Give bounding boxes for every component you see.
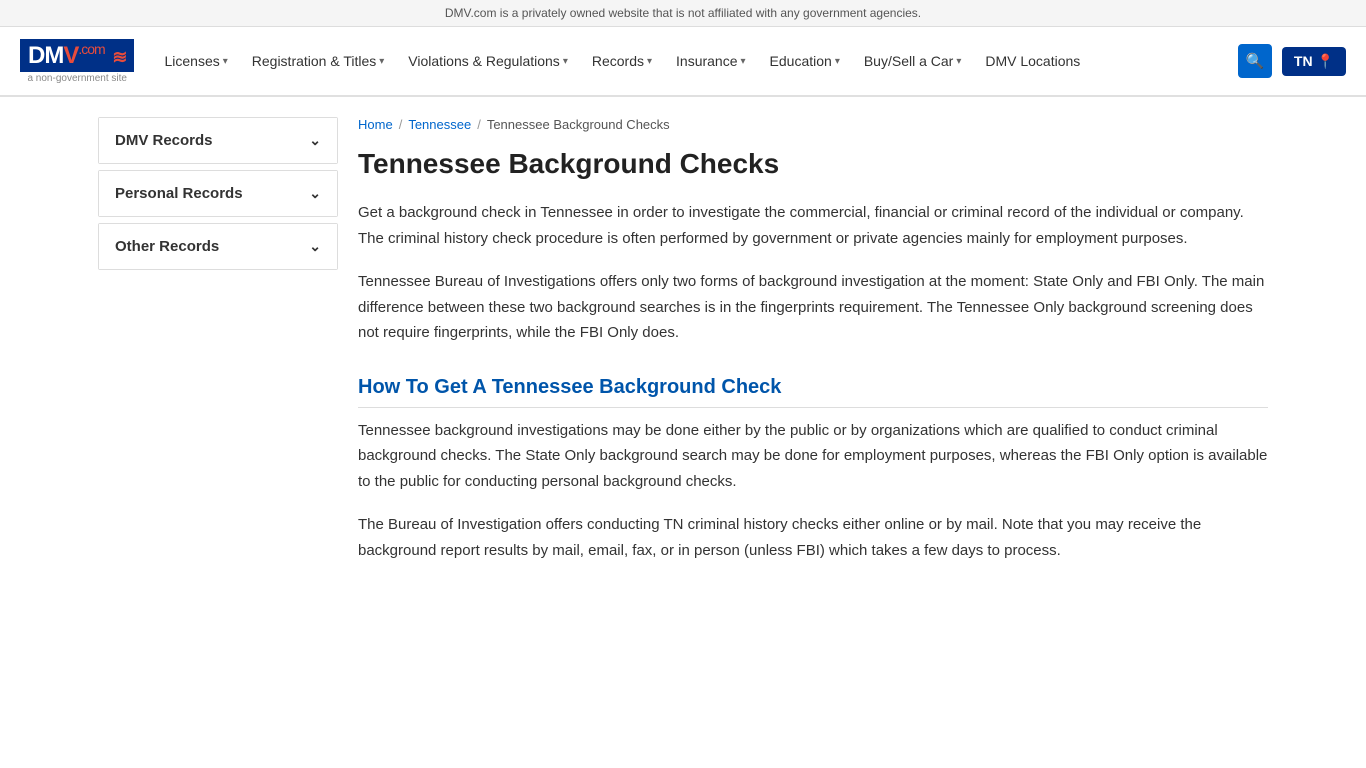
logo-dmv: DMV.com ≋ [28, 41, 126, 70]
search-button[interactable]: 🔍 [1238, 44, 1272, 78]
state-selector-button[interactable]: TN 📍 [1282, 47, 1346, 76]
chevron-down-icon: ▾ [956, 56, 961, 67]
chevron-down-icon: ▾ [835, 56, 840, 67]
chevron-down-icon: ⌄ [309, 132, 321, 149]
sidebar-dmv-records-header[interactable]: DMV Records ⌄ [99, 118, 337, 163]
nav-insurance[interactable]: Insurance ▾ [666, 45, 756, 77]
section-heading: How To Get A Tennessee Background Check [358, 376, 1268, 408]
header: DMV.com ≋ a non-government site Licenses… [0, 27, 1366, 97]
logo-area: DMV.com ≋ a non-government site [20, 39, 134, 84]
sidebar-personal-records-label: Personal Records [115, 185, 243, 202]
sidebar-other-records-label: Other Records [115, 238, 219, 255]
sidebar: DMV Records ⌄ Personal Records ⌄ Other R… [98, 117, 338, 581]
section-paragraph-2: The Bureau of Investigation offers condu… [358, 512, 1268, 563]
chevron-down-icon: ▾ [379, 56, 384, 67]
page-title: Tennessee Background Checks [358, 148, 1268, 180]
nav-registration[interactable]: Registration & Titles ▾ [242, 45, 395, 77]
logo-subtitle: a non-government site [27, 73, 127, 84]
sidebar-item-other-records: Other Records ⌄ [98, 223, 338, 270]
header-right: 🔍 TN 📍 [1238, 44, 1346, 78]
nav-education[interactable]: Education ▾ [760, 45, 850, 77]
nav-dmv-locations[interactable]: DMV Locations [975, 45, 1090, 77]
main-nav: Licenses ▾ Registration & Titles ▾ Viola… [154, 45, 1237, 77]
sidebar-dmv-records-label: DMV Records [115, 132, 213, 149]
sidebar-item-personal-records: Personal Records ⌄ [98, 170, 338, 217]
sidebar-personal-records-header[interactable]: Personal Records ⌄ [99, 171, 337, 216]
main-layout: DMV Records ⌄ Personal Records ⌄ Other R… [83, 97, 1283, 601]
chevron-down-icon: ▾ [647, 56, 652, 67]
intro-paragraph-2: Tennessee Bureau of Investigations offer… [358, 269, 1268, 346]
chevron-down-icon: ⌄ [309, 185, 321, 202]
breadcrumb-sep-2: / [477, 117, 481, 132]
sidebar-other-records-header[interactable]: Other Records ⌄ [99, 224, 337, 269]
chevron-down-icon: ▾ [741, 56, 746, 67]
main-content: Home / Tennessee / Tennessee Background … [358, 117, 1268, 581]
breadcrumb-home[interactable]: Home [358, 117, 393, 132]
intro-paragraph-1: Get a background check in Tennessee in o… [358, 200, 1268, 251]
breadcrumb-sep-1: / [399, 117, 403, 132]
nav-records[interactable]: Records ▾ [582, 45, 662, 77]
chevron-down-icon: ⌄ [309, 238, 321, 255]
logo[interactable]: DMV.com ≋ [20, 39, 134, 72]
top-banner: DMV.com is a privately owned website tha… [0, 0, 1366, 27]
state-label: TN [1294, 53, 1313, 69]
search-icon: 🔍 [1246, 52, 1265, 70]
chevron-down-icon: ▾ [563, 56, 568, 67]
nav-buysell[interactable]: Buy/Sell a Car ▾ [854, 45, 972, 77]
section-paragraph-1: Tennessee background investigations may … [358, 418, 1268, 495]
location-icon: 📍 [1317, 53, 1334, 70]
sidebar-item-dmv-records: DMV Records ⌄ [98, 117, 338, 164]
nav-violations[interactable]: Violations & Regulations ▾ [398, 45, 578, 77]
chevron-down-icon: ▾ [223, 56, 228, 67]
banner-text: DMV.com is a privately owned website tha… [445, 6, 921, 20]
breadcrumb: Home / Tennessee / Tennessee Background … [358, 117, 1268, 132]
breadcrumb-state[interactable]: Tennessee [408, 117, 471, 132]
breadcrumb-current: Tennessee Background Checks [487, 117, 670, 132]
nav-licenses[interactable]: Licenses ▾ [154, 45, 237, 77]
